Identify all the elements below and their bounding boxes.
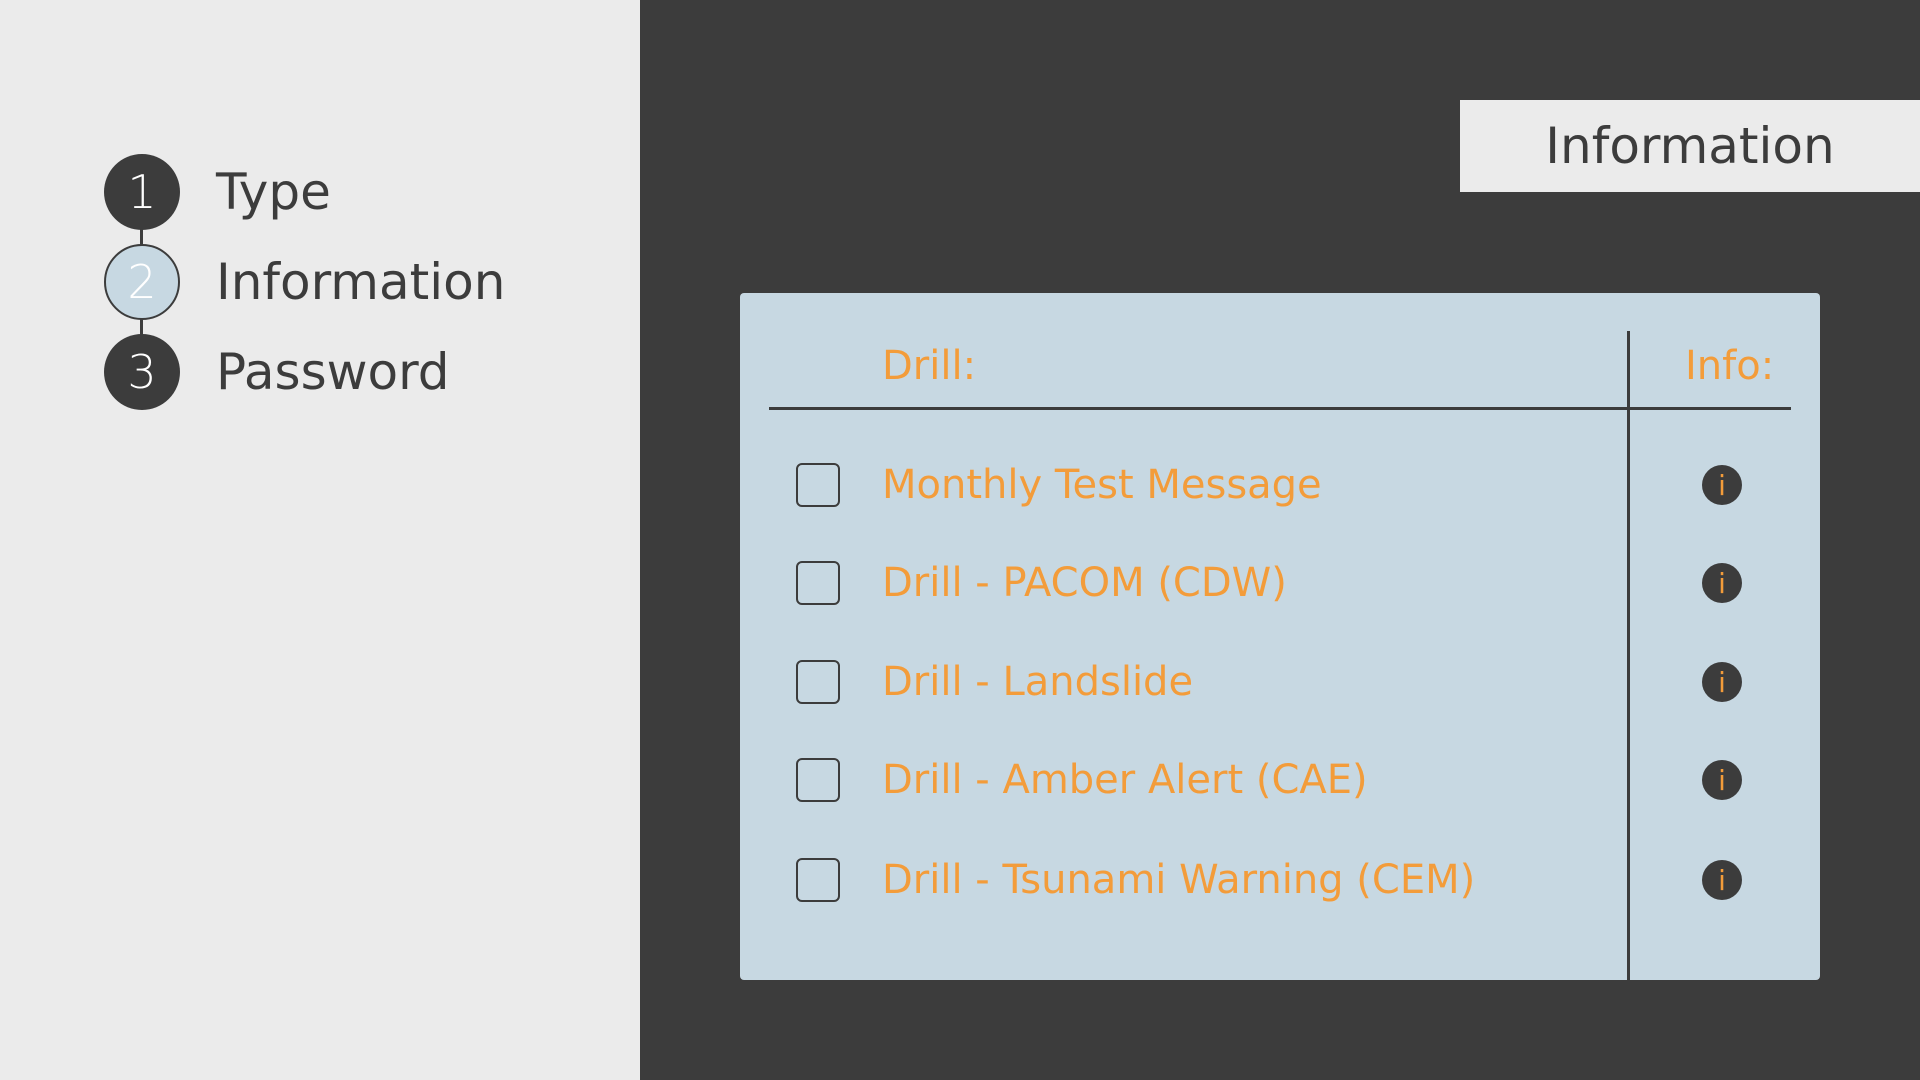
row-checkbox[interactable] bbox=[796, 660, 840, 704]
row-label: Drill - PACOM (CDW) bbox=[882, 560, 1287, 606]
step-information[interactable]: 2 Information bbox=[104, 244, 505, 320]
row-label: Monthly Test Message bbox=[882, 462, 1322, 508]
info-icon[interactable]: i bbox=[1702, 760, 1742, 800]
info-icon[interactable]: i bbox=[1702, 860, 1742, 900]
step-number-circle-active: 2 bbox=[104, 244, 180, 320]
row-checkbox[interactable] bbox=[796, 858, 840, 902]
row-label: Drill - Tsunami Warning (CEM) bbox=[882, 857, 1476, 903]
drill-table-card: Drill: Info: Monthly Test Message i Dril… bbox=[740, 293, 1820, 980]
header-divider bbox=[769, 407, 1791, 410]
step-password[interactable]: 3 Password bbox=[104, 334, 450, 410]
table-row: Drill - PACOM (CDW) i bbox=[740, 555, 1820, 611]
table-row: Drill - Tsunami Warning (CEM) i bbox=[740, 852, 1820, 908]
row-label: Drill - Landslide bbox=[882, 659, 1194, 705]
step-label: Information bbox=[216, 253, 506, 311]
step-type[interactable]: 1 Type bbox=[104, 154, 331, 230]
table-row: Drill - Landslide i bbox=[740, 654, 1820, 710]
step-label: Password bbox=[216, 343, 450, 401]
info-icon[interactable]: i bbox=[1702, 662, 1742, 702]
column-header-drill: Drill: bbox=[882, 343, 977, 389]
steps-panel: 1 Type 2 Information 3 Password bbox=[0, 0, 640, 1080]
step-number-circle: 3 bbox=[104, 334, 180, 410]
row-checkbox[interactable] bbox=[796, 758, 840, 802]
table-row: Monthly Test Message i bbox=[740, 457, 1820, 513]
info-icon[interactable]: i bbox=[1702, 563, 1742, 603]
step-label: Type bbox=[216, 163, 331, 221]
step-number-circle: 1 bbox=[104, 154, 180, 230]
row-checkbox[interactable] bbox=[796, 463, 840, 507]
row-label: Drill - Amber Alert (CAE) bbox=[882, 757, 1368, 803]
row-checkbox[interactable] bbox=[796, 561, 840, 605]
table-row: Drill - Amber Alert (CAE) i bbox=[740, 752, 1820, 808]
page-title: Information bbox=[1460, 100, 1920, 192]
column-header-info: Info: bbox=[1685, 343, 1775, 389]
info-icon[interactable]: i bbox=[1702, 465, 1742, 505]
